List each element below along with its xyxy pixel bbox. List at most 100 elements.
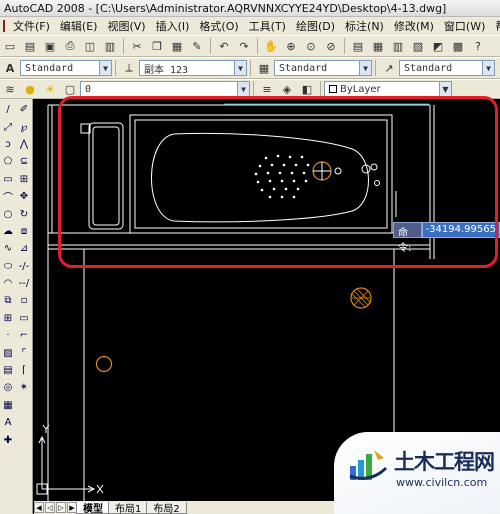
zoom-window-icon[interactable]: ⊙ [302, 37, 320, 55]
dim-style-select[interactable]: 副本 123 ▼ [139, 60, 247, 76]
save-icon[interactable]: ▣ [41, 37, 59, 55]
region-icon[interactable]: ◎ [0, 379, 16, 396]
prev-tab-icon[interactable]: ◁ [45, 502, 55, 513]
layer-select[interactable]: 0 ▼ [80, 81, 250, 97]
arc-icon[interactable]: ⌒ [0, 188, 16, 205]
add-selected-icon[interactable]: ✚ [0, 431, 16, 448]
menu-window[interactable]: 窗口(W) [439, 18, 490, 34]
cut-icon[interactable]: ✂ [128, 37, 146, 55]
erase-icon[interactable]: ✐ [16, 101, 32, 118]
chamfer-icon[interactable]: ⌜ [16, 344, 32, 361]
copy-object-icon[interactable]: ℘ [16, 118, 32, 135]
circle-icon[interactable]: ○ [0, 205, 16, 222]
next-tab-icon[interactable]: ▷ [56, 502, 66, 513]
tab-model[interactable]: 模型 [76, 501, 110, 514]
move-icon[interactable]: ✥ [16, 188, 32, 205]
toolpalettes-icon[interactable]: ▥ [389, 37, 407, 55]
chevron-down-icon[interactable]: ▼ [439, 82, 451, 96]
xline-icon[interactable]: ⤢ [0, 118, 16, 135]
small-circle [95, 355, 113, 373]
sheetset-icon[interactable]: ▧ [409, 37, 427, 55]
properties-icon[interactable]: ▤ [349, 37, 367, 55]
pan-icon[interactable]: ✋ [262, 37, 280, 55]
hatch-icon[interactable]: ▨ [0, 344, 16, 361]
mirror-icon[interactable]: ⋀ [16, 136, 32, 153]
first-tab-icon[interactable]: ◀ [34, 502, 44, 513]
color-select[interactable]: ByLayer ▼ [324, 81, 452, 97]
array-icon[interactable]: ⊞ [16, 171, 32, 188]
publish-icon[interactable]: ▥ [101, 37, 119, 55]
new-icon[interactable]: ▭ [1, 37, 19, 55]
menu-dimension[interactable]: 标注(N) [340, 18, 389, 34]
polygon-icon[interactable]: ⬠ [0, 153, 16, 170]
preview-icon[interactable]: ◫ [81, 37, 99, 55]
paste-icon[interactable]: ▦ [168, 37, 186, 55]
markup-icon[interactable]: ◩ [429, 37, 447, 55]
chevron-down-icon[interactable]: ▼ [237, 82, 249, 96]
toolbar-separator [123, 38, 124, 54]
zoom-realtime-icon[interactable]: ⊕ [282, 37, 300, 55]
tab-layout1[interactable]: 布局1 [108, 501, 149, 514]
app-icon[interactable] [3, 20, 5, 32]
layer-manager-icon[interactable]: ≋ [1, 80, 19, 98]
text-style-select[interactable]: Standard ▼ [20, 60, 112, 76]
chevron-down-icon[interactable]: ▼ [99, 61, 111, 75]
chevron-down-icon[interactable]: ▼ [359, 61, 371, 75]
print-icon[interactable]: ⎙ [61, 37, 79, 55]
menu-draw[interactable]: 绘图(D) [291, 18, 340, 34]
ellipse-icon[interactable]: ⬭ [0, 258, 16, 275]
trim-icon[interactable]: -/- [16, 258, 32, 275]
rectangle-icon[interactable]: ▭ [0, 171, 16, 188]
revcloud-icon[interactable]: ☁ [0, 223, 16, 240]
copy-icon[interactable]: ❐ [148, 37, 166, 55]
join-icon[interactable]: ⌐ [16, 327, 32, 344]
menu-modify[interactable]: 修改(M) [389, 18, 439, 34]
menu-tools[interactable]: 工具(T) [244, 18, 291, 34]
stretch-icon[interactable]: ⊿ [16, 240, 32, 257]
menu-file[interactable]: 文件(F) [8, 18, 55, 34]
mtext-icon[interactable]: A [0, 414, 16, 431]
insert-block-icon[interactable]: ⧉ [0, 292, 16, 309]
watermark: 土木工程网 www.civilcn.com [334, 432, 500, 514]
menu-view[interactable]: 视图(V) [102, 18, 150, 34]
spline-icon[interactable]: ∿ [0, 240, 16, 257]
chevron-down-icon[interactable]: ▼ [234, 61, 246, 75]
menu-format[interactable]: 格式(O) [194, 18, 243, 34]
calculator-icon[interactable]: ▩ [449, 37, 467, 55]
break-at-point-icon[interactable]: ▫ [16, 292, 32, 309]
table-style-icon[interactable]: ▦ [255, 59, 273, 77]
fillet-icon[interactable]: ⌈ [16, 362, 32, 379]
matchprop-icon[interactable]: ✎ [188, 37, 206, 55]
rotate-icon[interactable]: ↻ [16, 205, 32, 222]
line-icon[interactable]: / [0, 101, 16, 118]
layer-thaw-icon[interactable]: ☀ [41, 80, 59, 98]
tab-layout2[interactable]: 布局2 [146, 501, 187, 514]
multileader-style-select[interactable]: Standard ▼ [399, 60, 495, 76]
point-icon[interactable]: · [0, 327, 16, 344]
menu-help[interactable]: 帮助(H) [490, 18, 500, 34]
ellipse-arc-icon[interactable]: ◠ [0, 275, 16, 292]
zoom-previous-icon[interactable]: ⊘ [322, 37, 340, 55]
extend-icon[interactable]: --/ [16, 275, 32, 292]
undo-icon[interactable]: ↶ [215, 37, 233, 55]
chevron-down-icon[interactable]: ▼ [482, 61, 494, 75]
make-block-icon[interactable]: ⊞ [0, 310, 16, 327]
redo-icon[interactable]: ↷ [235, 37, 253, 55]
explode-icon[interactable]: ✴ [16, 379, 32, 396]
offset-icon[interactable]: ⊆ [16, 153, 32, 170]
break-icon[interactable]: ▭ [16, 310, 32, 327]
text-style-icon[interactable]: A [1, 59, 19, 77]
polyline-icon[interactable]: ↄ [0, 136, 16, 153]
table-style-select[interactable]: Standard ▼ [274, 60, 372, 76]
designcenter-icon[interactable]: ▦ [369, 37, 387, 55]
layer-on-icon[interactable]: ● [21, 80, 39, 98]
multileader-style-icon[interactable]: ↗ [380, 59, 398, 77]
help-icon[interactable]: ? [469, 37, 487, 55]
menu-insert[interactable]: 插入(I) [151, 18, 195, 34]
dim-style-icon[interactable]: ⟂ [120, 59, 138, 77]
menu-edit[interactable]: 编辑(E) [55, 18, 103, 34]
gradient-icon[interactable]: ▤ [0, 362, 16, 379]
open-icon[interactable]: ▤ [21, 37, 39, 55]
table-icon[interactable]: ▦ [0, 397, 16, 414]
scale-icon[interactable]: ⧈ [16, 223, 32, 240]
